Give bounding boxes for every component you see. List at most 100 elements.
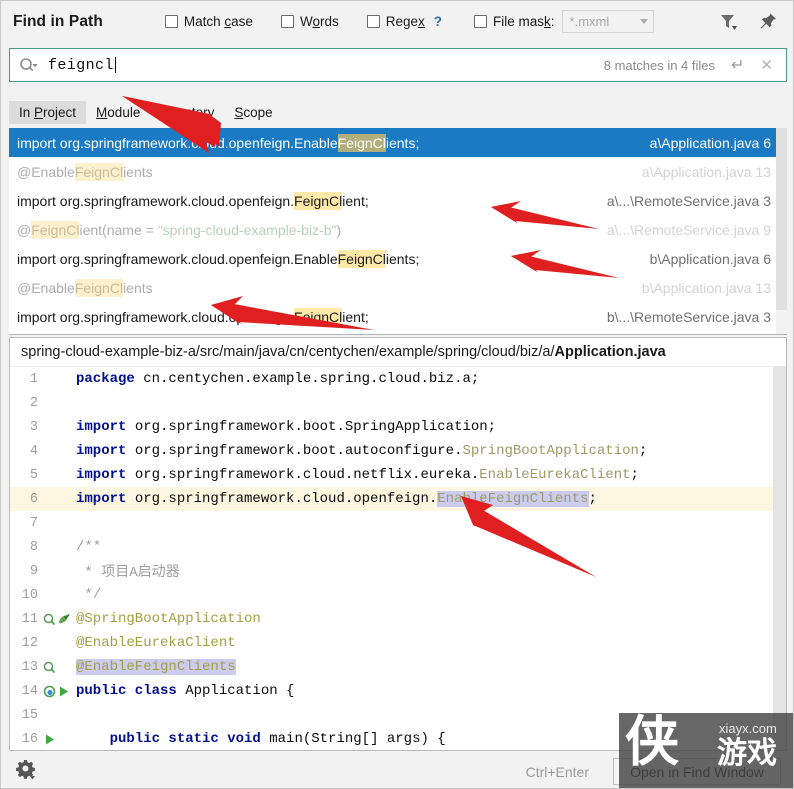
gear-icon[interactable] bbox=[15, 758, 37, 785]
code-fragment: ients; bbox=[385, 250, 420, 267]
code-fragment: ients bbox=[123, 163, 153, 180]
match-highlight: FeignCl bbox=[74, 278, 124, 297]
run-gutter-icon[interactable] bbox=[43, 733, 56, 746]
keyword: public class bbox=[76, 683, 186, 699]
result-row[interactable]: import org.springframework.cloud.openfei… bbox=[9, 302, 787, 331]
code-fragment: ; bbox=[638, 443, 648, 459]
words-checkbox[interactable]: Words bbox=[280, 14, 339, 29]
result-row[interactable]: import org.springframework.cloud.openfei… bbox=[9, 244, 787, 273]
find-in-path-dialog: Find in Path Match case Words Regex ? Fi… bbox=[0, 0, 794, 789]
keyword: import bbox=[76, 467, 135, 483]
scope-tab-directory[interactable]: Directory bbox=[150, 101, 224, 124]
code-fragment: org.springframework.cloud.openfeign. bbox=[134, 491, 438, 507]
regex-help-icon[interactable]: ? bbox=[434, 14, 442, 29]
close-icon[interactable]: ✕ bbox=[760, 56, 773, 74]
search-icon[interactable] bbox=[19, 57, 39, 73]
pin-icon[interactable] bbox=[758, 12, 778, 37]
open-in-find-window-button[interactable]: Open in Find Window bbox=[613, 758, 781, 785]
code-line: 4 import org.springframework.boot.autocon… bbox=[10, 439, 786, 463]
code-fragment: cn.centychen.example.spring.cloud.biz.a; bbox=[143, 371, 480, 387]
regex-checkbox[interactable]: Regex ? bbox=[366, 14, 442, 29]
result-row[interactable]: import org.springframework.cloud.openfei… bbox=[9, 128, 787, 157]
preview-file-path: spring-cloud-example-biz-a/src/main/java… bbox=[10, 338, 786, 367]
file-mask-dropdown[interactable]: *.mxml bbox=[561, 10, 654, 33]
code-line: 13 @EnableFeignClients bbox=[10, 655, 786, 679]
code-fragment: @Enable bbox=[17, 163, 75, 180]
code-line: 12 @EnableEurekaClient bbox=[10, 631, 786, 655]
code-text: import org.springframework.cloud.netflix… bbox=[76, 467, 786, 483]
match-highlight: FeignCl bbox=[294, 307, 343, 326]
keyword: import bbox=[76, 419, 135, 435]
editor-scrollbar[interactable] bbox=[773, 367, 786, 750]
line-number: 12 bbox=[21, 635, 38, 651]
code-text: public static void main(String[] args) { bbox=[76, 731, 786, 747]
code-fragment: import org.springframework.cloud.openfei… bbox=[17, 134, 338, 151]
checkbox-box[interactable] bbox=[280, 15, 294, 28]
line-number: 11 bbox=[21, 611, 38, 627]
code-line: 11 @SpringBootApplication bbox=[10, 607, 786, 631]
result-row-text: @FeignClient(name = "spring-cloud-exampl… bbox=[17, 220, 341, 239]
line-number: 4 bbox=[29, 443, 38, 459]
code-fragment: org.springframework.cloud.netflix.eureka… bbox=[134, 467, 480, 483]
result-row[interactable]: @EnableFeignClients a\Application.java 13 bbox=[9, 157, 787, 186]
match-highlight: FeignCl bbox=[294, 191, 343, 210]
results-scrollbar-thumb[interactable] bbox=[776, 128, 787, 310]
line-number: 9 bbox=[29, 563, 38, 579]
code-line: 9 * 项目A启动器 bbox=[10, 559, 786, 583]
enter-icon[interactable]: ↵ bbox=[731, 55, 744, 75]
result-row-text: import org.springframework.cloud.openfei… bbox=[17, 307, 369, 326]
magnifier-gutter-icon[interactable] bbox=[43, 613, 56, 626]
file-preview-panel: spring-cloud-example-biz-a/src/main/java… bbox=[9, 337, 787, 751]
result-row-text: import org.springframework.cloud.openfei… bbox=[17, 133, 419, 152]
code-line: 3 import org.springframework.boot.SpringA… bbox=[10, 415, 786, 439]
line-number: 14 bbox=[21, 683, 38, 699]
checkbox-box[interactable] bbox=[474, 15, 487, 28]
bean-gutter-icon[interactable] bbox=[57, 613, 70, 626]
scope-tab-scope[interactable]: Scope bbox=[224, 101, 282, 124]
line-number: 2 bbox=[29, 395, 38, 411]
line-gutter-icons bbox=[40, 661, 76, 674]
code-fragment: ient; bbox=[342, 192, 369, 209]
line-gutter-icons bbox=[40, 685, 76, 698]
shortcut-label: Ctrl+Enter bbox=[525, 763, 589, 780]
code-fragment: ient(name = bbox=[79, 221, 158, 238]
code-fragment: org.springframework.boot.autoconfigure. bbox=[134, 443, 463, 459]
comment: * 项目A启动器 bbox=[76, 565, 180, 581]
code-text: import org.springframework.boot.SpringAp… bbox=[76, 419, 786, 435]
code-text: @EnableFeignClients bbox=[76, 659, 786, 675]
checkbox-box[interactable] bbox=[366, 15, 380, 28]
match-case-checkbox[interactable]: Match case bbox=[164, 14, 253, 29]
result-row-file: b\Application.java 6 bbox=[649, 250, 771, 267]
search-field-wrapper[interactable]: feigncl 8 matches in 4 files ↵ ✕ bbox=[9, 48, 787, 82]
result-row[interactable]: @EnableFeignClients b\Application.java 13 bbox=[9, 273, 787, 302]
code-fragment: @ bbox=[17, 221, 32, 238]
results-scrollbar[interactable] bbox=[776, 128, 787, 334]
code-editor[interactable]: 1 package cn.centychen.example.spring.clo… bbox=[10, 367, 786, 750]
keyword: import bbox=[76, 443, 135, 459]
line-number: 7 bbox=[29, 515, 38, 531]
result-row-file: a\Application.java 13 bbox=[641, 163, 771, 180]
run-gutter-icon[interactable] bbox=[57, 685, 70, 698]
file-mask-checkbox[interactable]: File mask: bbox=[474, 14, 555, 29]
magnifier-gutter-icon[interactable] bbox=[43, 661, 56, 674]
scope-tabs: In Project Module Directory Scope bbox=[9, 100, 787, 125]
result-row[interactable]: @FeignClient(name = "spring-cloud-exampl… bbox=[9, 215, 787, 244]
code-fragment bbox=[76, 731, 110, 747]
filter-icon[interactable] bbox=[719, 13, 739, 36]
search-input[interactable]: feigncl bbox=[48, 57, 114, 74]
code-fragment: ; bbox=[588, 491, 597, 507]
scope-tab-in-project[interactable]: In Project bbox=[9, 101, 87, 124]
code-line: 1 package cn.centychen.example.spring.clo… bbox=[10, 367, 786, 391]
search-results-list[interactable]: import org.springframework.cloud.openfei… bbox=[9, 128, 787, 335]
scope-tab-module[interactable]: Module bbox=[86, 101, 150, 124]
line-gutter-icons bbox=[40, 733, 76, 746]
result-row[interactable]: import org.springframework.cloud.openfei… bbox=[9, 186, 787, 215]
class-gutter-icon[interactable] bbox=[43, 685, 56, 698]
class-name: SpringBootApplication bbox=[462, 443, 639, 459]
line-number: 13 bbox=[21, 659, 38, 675]
file-mask-value: *.mxml bbox=[569, 14, 610, 29]
checkbox-box[interactable] bbox=[164, 15, 178, 28]
code-fragment: Application bbox=[185, 683, 287, 699]
match-count-label: 8 matches in 4 files bbox=[603, 57, 716, 73]
line-number: 8 bbox=[29, 539, 38, 555]
